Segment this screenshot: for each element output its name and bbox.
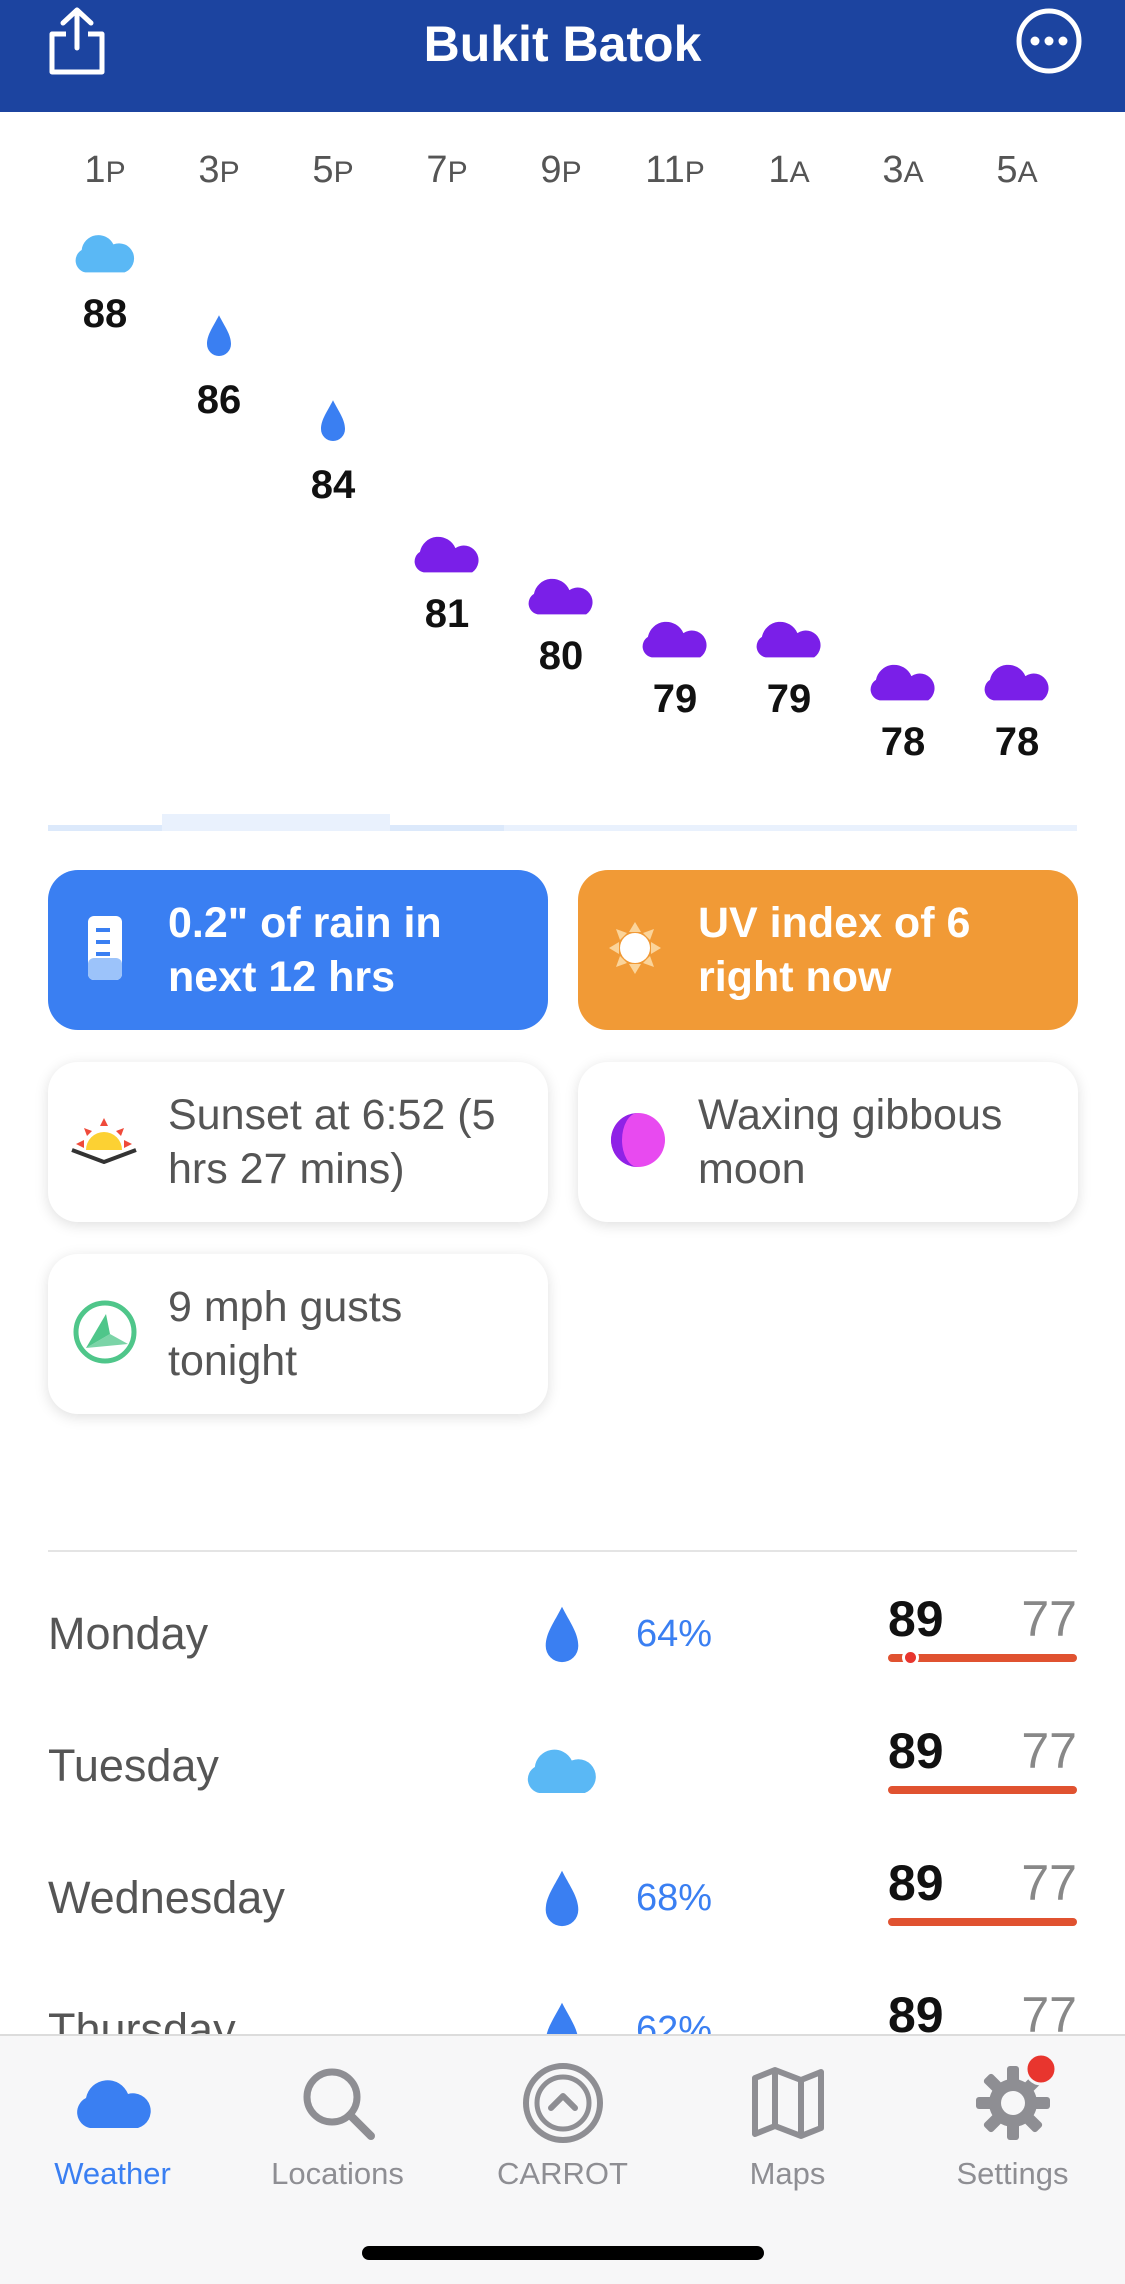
hour-label: 1A [768, 149, 810, 191]
hour-temp: 80 [538, 634, 584, 679]
hour-label: 5A [996, 149, 1038, 191]
hour-label: 1P [84, 149, 126, 191]
tab-carrot-label: CARROT [497, 2156, 628, 2191]
hour-temp: 79 [652, 677, 698, 722]
precip-chance: 64% [636, 1613, 713, 1655]
hour-temp: 84 [310, 463, 356, 508]
tab-locations-label: Locations [271, 2156, 404, 2191]
hour-temp: 79 [766, 677, 812, 722]
sunset-icon [71, 1118, 137, 1164]
hour-label: 7P [426, 149, 468, 191]
raindrop-icon [545, 1870, 579, 1927]
search-icon [303, 2068, 375, 2140]
tab-settings-label: Settings [956, 2156, 1069, 2191]
rain-gauge-icon [88, 916, 122, 980]
night-cloud-icon [528, 579, 593, 615]
night-cloud-icon [984, 664, 1049, 701]
low-temp: 77 [1021, 1723, 1077, 1779]
hour-temp: 81 [424, 591, 470, 636]
hour-temp: 88 [82, 292, 128, 336]
sunset-card[interactable]: Sunset at 6:52 (5 hrs 27 mins) [48, 1062, 548, 1222]
raindrop-icon [321, 400, 345, 442]
more-icon [1016, 8, 1082, 74]
high-temp: 89 [888, 1591, 944, 1647]
carrot-logo-icon [523, 2063, 603, 2143]
day-row[interactable]: Monday 64% 89 77 [48, 1582, 1077, 1682]
tab-carrot[interactable]: CARROT [450, 2050, 675, 2200]
section-divider [48, 1550, 1077, 1552]
raindrop-icon [207, 314, 231, 356]
rain-card-text: 0.2" of rain in next 12 hrs [168, 899, 442, 1001]
day-row[interactable]: Tuesday 89 77 [48, 1714, 1077, 1814]
cloud-icon [527, 1749, 596, 1794]
low-temp: 77 [1021, 1591, 1077, 1647]
temp-range-bar [888, 1786, 1077, 1794]
hour-label: 5P [312, 149, 354, 191]
tab-locations[interactable]: Locations [225, 2050, 450, 2200]
current-temp-dot [902, 1649, 919, 1666]
hour-temp: 78 [994, 720, 1040, 764]
tab-maps-label: Maps [749, 2156, 826, 2191]
tab-weather-label: Weather [54, 2156, 171, 2191]
wind-compass-icon [73, 1300, 137, 1364]
precip-chance: 68% [636, 1877, 713, 1919]
rain-card[interactable]: 0.2" of rain in next 12 hrs [48, 870, 548, 1030]
uv-card[interactable]: UV index of 6 right now [578, 870, 1078, 1030]
night-cloud-icon [870, 664, 935, 701]
night-cloud-icon [414, 536, 479, 572]
day-name: Wednesday [48, 1872, 285, 1923]
raindrop-icon [545, 1606, 579, 1663]
precipitation-timeline [48, 814, 1077, 831]
header-bar: Bukit Batok [0, 0, 1125, 112]
moon-card-text: Waxing gibbous moon [698, 1091, 1003, 1193]
hour-label: 11P [645, 149, 705, 191]
day-name: Tuesday [48, 1740, 219, 1791]
location-title: Bukit Batok [423, 16, 702, 72]
tab-weather[interactable]: Weather [0, 2050, 225, 2200]
hour-label: 3P [198, 149, 240, 191]
hour-label: 9P [540, 149, 582, 191]
temp-range-bar [888, 1918, 1077, 1926]
notification-dot [1024, 2052, 1058, 2086]
hour-temp: 86 [196, 377, 242, 422]
sunset-card-text: Sunset at 6:52 (5 hrs 27 mins) [168, 1091, 496, 1193]
moon-phase-icon [611, 1113, 665, 1167]
wind-card[interactable]: 9 mph gusts tonight [48, 1254, 548, 1414]
night-cloud-icon [642, 622, 707, 658]
hour-label: 3A [882, 149, 924, 191]
day-row[interactable]: Wednesday 68% 89 77 [48, 1846, 1077, 1946]
more-button[interactable] [1014, 6, 1084, 76]
day-name: Monday [48, 1608, 209, 1659]
hour-temp: 78 [880, 720, 926, 764]
cloud-icon [75, 235, 135, 273]
tab-maps[interactable]: Maps [675, 2050, 900, 2200]
night-cloud-icon [756, 622, 821, 658]
moon-card[interactable]: Waxing gibbous moon [578, 1062, 1078, 1222]
sun-icon [609, 922, 661, 974]
tab-settings[interactable]: Settings [900, 2050, 1125, 2200]
wind-card-text: 9 mph gusts tonight [168, 1283, 403, 1385]
high-temp: 89 [888, 1855, 944, 1911]
home-indicator [362, 2246, 764, 2260]
low-temp: 77 [1021, 1855, 1077, 1911]
map-icon [752, 2067, 824, 2139]
weather-cloud-icon [77, 2080, 151, 2128]
uv-card-text: UV index of 6 right now [698, 899, 971, 1001]
high-temp: 89 [888, 1723, 944, 1779]
